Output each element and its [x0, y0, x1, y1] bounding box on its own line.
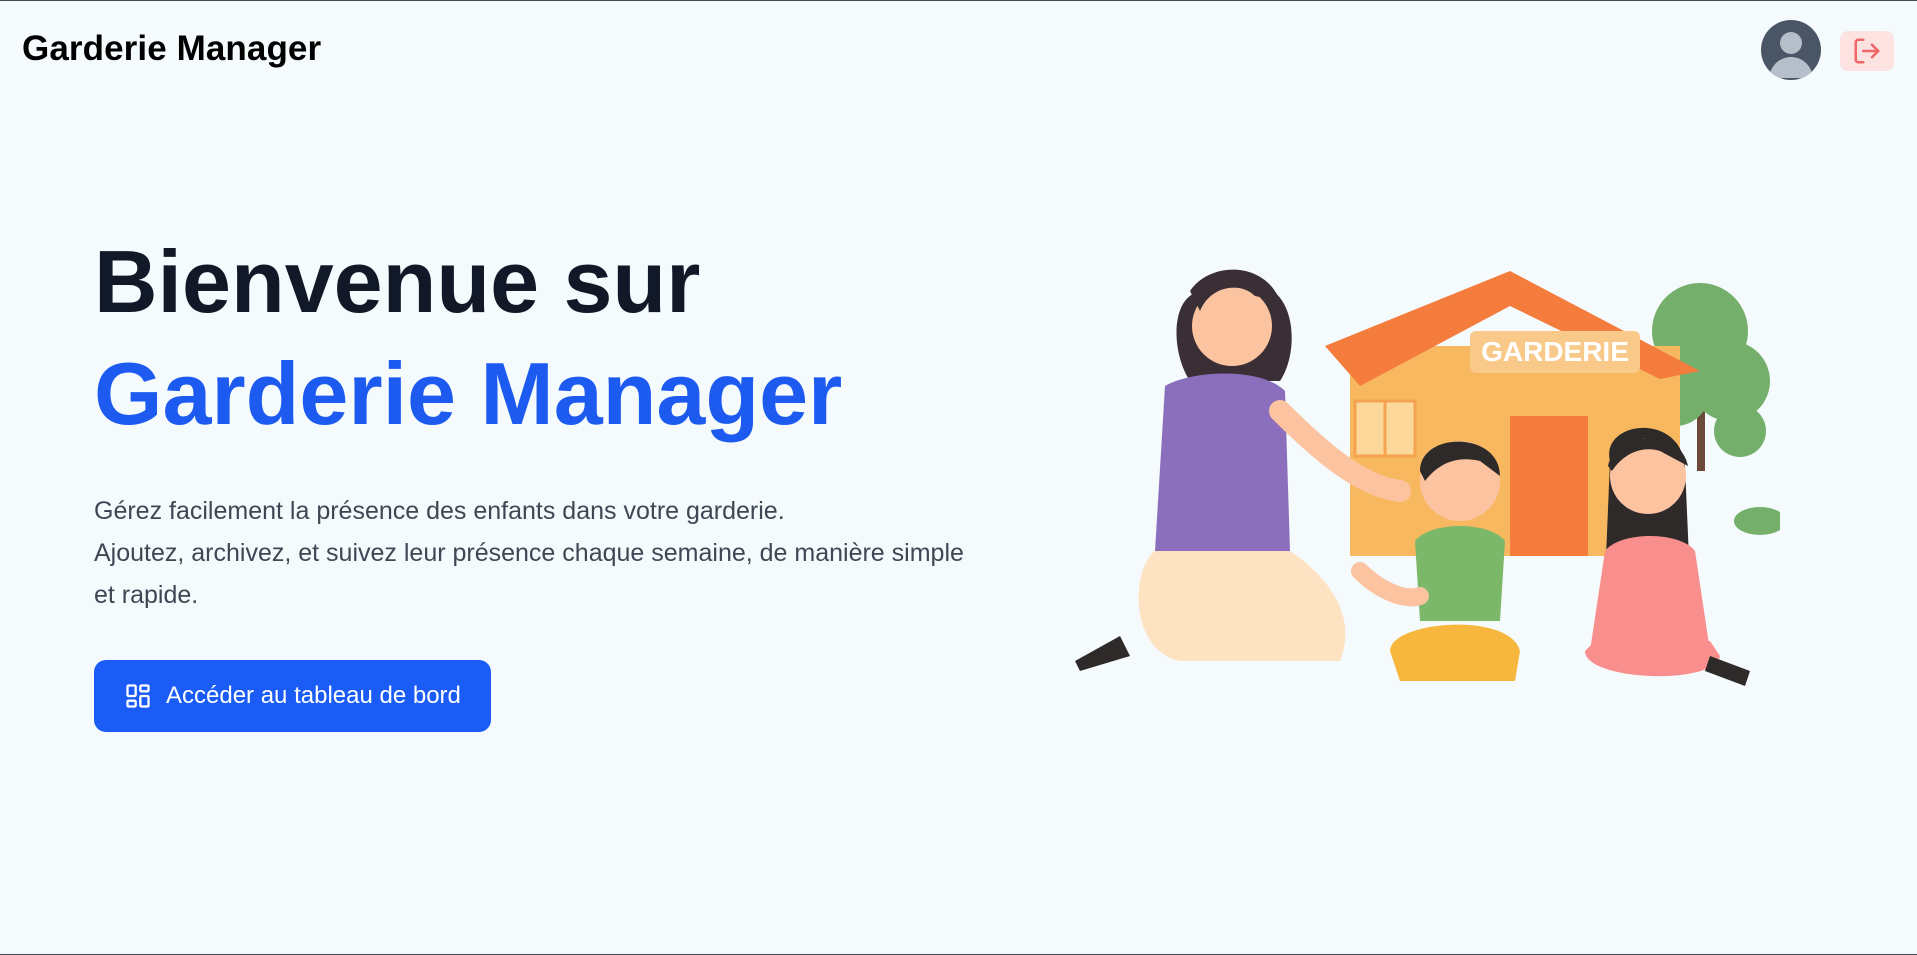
hero-description-line: Ajoutez, archivez, et suivez leur présen… [94, 539, 964, 609]
hero-section: Bienvenue sur Garderie Manager Gérez fac… [94, 226, 974, 616]
hero-description: Gérez facilement la présence des enfants… [94, 490, 974, 616]
garderie-sign-text: GARDERIE [1481, 336, 1629, 367]
brand-title[interactable]: Garderie Manager [22, 29, 321, 69]
logout-icon [1854, 38, 1880, 64]
app-window: Garderie Manager Bienvenue sur Garderie … [0, 0, 1917, 955]
hero-title-highlight: Garderie Manager [94, 344, 843, 443]
woman-illustration [1075, 269, 1411, 671]
user-avatar-icon [1769, 32, 1813, 78]
hero-title: Bienvenue sur [94, 232, 701, 331]
hero-description-line: Gérez facilement la présence des enfants… [94, 497, 785, 525]
daycare-illustration-image: GARDERIE [1075, 269, 1786, 686]
dashboard-button-label: Accéder au tableau de bord [166, 682, 461, 709]
girl-illustration [1585, 427, 1750, 686]
top-navbar: Garderie Manager [0, 1, 1917, 101]
logout-button[interactable] [1840, 31, 1894, 71]
user-avatar[interactable] [1761, 20, 1821, 80]
dashboard-grid-icon [124, 682, 152, 710]
daycare-illustration: GARDERIE [1060, 251, 1786, 701]
dashboard-button[interactable]: Accéder au tableau de bord [94, 660, 491, 732]
